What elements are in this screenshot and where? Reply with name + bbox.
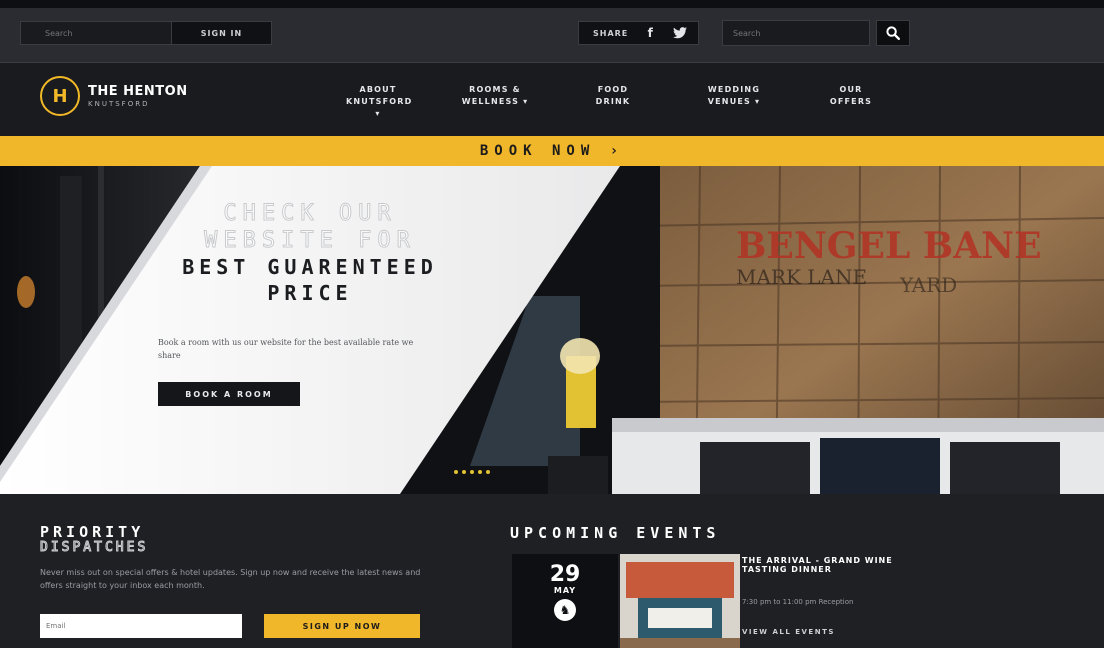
share-label: SHARE [593,28,629,38]
wall-sign-main: BENGEL BANE [736,225,1042,267]
logo-subtitle: KNUTSFORD [88,100,150,108]
nav-item-label: VENUES ▾ [707,97,761,106]
nav-item-about[interactable]: ABOUT KNUTSFORD ▾ [346,84,413,120]
twitter-icon[interactable] [672,25,688,41]
nav-item-label: KNUTSFORD ▾ [346,97,413,118]
sign-up-button[interactable]: SIGN UP NOW [264,614,420,638]
nav-item-label: FOOD [597,85,629,94]
upcoming-events: UPCOMING EVENTS 29 MAY ♞ THE ARRIVAL - G… [510,524,1100,648]
newsletter-description: Never miss out on special offers & hotel… [40,568,421,590]
nav-item-label: OUR [839,85,863,94]
book-now-label: BOOK NOW › [479,143,625,159]
logo-title: THE HENTON [88,84,188,99]
bottom-section: PRIORITY DISPATCHES Never miss out on sp… [0,494,1104,648]
search-button[interactable] [876,20,910,46]
nav-item-label: ABOUT [359,85,397,94]
newsletter-subtitle: DISPATCHES [40,540,149,556]
event-card[interactable]: 29 MAY ♞ THE ARRIVAL - GRAND WINE TASTIN… [510,554,1090,648]
nav-item-rooms[interactable]: ROOMS & WELLNESS ▾ [458,84,532,108]
hero-line-2: WEBSITE FOR [204,228,416,254]
hero-headline: CHECK OUR WEBSITE FOR BEST GUARENTEED PR… [150,200,470,306]
hero-line-4: PRICE [267,281,353,305]
nav-item-offers[interactable]: OUR OFFERS [820,84,882,108]
email-field[interactable] [40,614,242,638]
event-time: 7:30 pm to 11:00 pm Reception [742,598,854,606]
hero-subtext: Book a room with us our website for the … [158,338,414,360]
share-group: SHARE f [578,21,700,45]
logo-badge: H [40,76,80,116]
nav-item-label: ROOMS & [469,85,521,94]
nav-item-label: OFFERS [829,97,873,106]
signin-group: SIGN IN [20,21,272,45]
hero-banner: BENGEL BANE MARK LANE YARD CHECK OUR WEB… [0,166,1104,494]
nav-item-label: WEDDING [707,85,761,94]
wall-sign-secondary: MARK LANE [736,265,867,289]
event-name[interactable]: THE ARRIVAL - GRAND WINE TASTING DINNER [742,556,922,574]
utility-bar: SIGN IN SHARE f [0,0,1104,62]
signin-field[interactable] [21,22,171,44]
main-nav: H THE HENTON KNUTSFORD ABOUT KNUTSFORD ▾… [0,62,1104,136]
event-logo-icon: ♞ [554,599,576,621]
search-icon [886,26,900,40]
event-date: 29 MAY ♞ [512,554,618,648]
book-now-band[interactable]: BOOK NOW › [0,136,1104,166]
event-month: MAY [553,586,577,595]
book-a-room-button[interactable]: BOOK A ROOM [158,382,300,406]
page: SIGN IN SHARE f H THE HENTON KNUTSFORD A… [0,0,1104,648]
search-group [722,19,910,47]
nav-item-wedding[interactable]: WEDDING VENUES ▾ [700,84,768,108]
hero-line-3: BEST GUARENTEED [182,255,438,279]
signin-button[interactable]: SIGN IN [171,22,271,44]
facebook-icon[interactable]: f [642,25,658,41]
newsletter: PRIORITY DISPATCHES Never miss out on sp… [40,523,440,638]
view-all-events-link[interactable]: VIEW ALL EVENTS [742,628,835,636]
wall-sign-tertiary: YARD [899,273,957,297]
hero-line-1: CHECK OUR [223,201,397,227]
events-title: UPCOMING EVENTS [510,524,721,542]
event-day: 29 [549,562,581,587]
logo[interactable]: H THE HENTON KNUTSFORD [40,76,188,116]
newsletter-title: PRIORITY [40,523,145,541]
search-input[interactable] [722,20,870,46]
nav-item-label: DRINK [595,97,631,106]
nav-item-food[interactable]: FOOD DRINK [582,84,644,108]
nav-item-label: WELLNESS ▾ [461,97,529,106]
event-image[interactable] [620,554,740,648]
